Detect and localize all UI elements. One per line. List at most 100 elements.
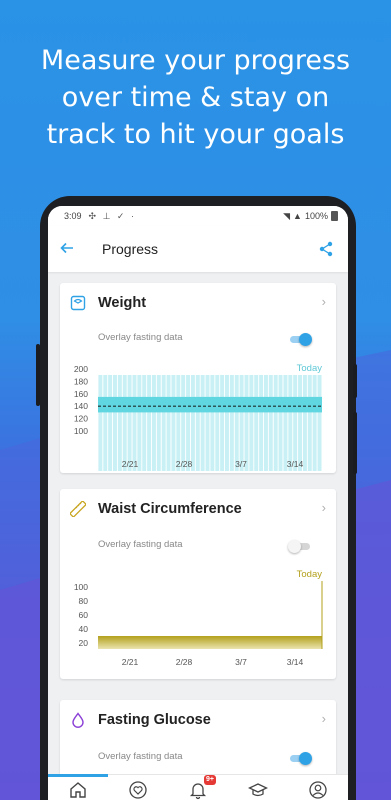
headline-line-1: Measure your progress xyxy=(40,45,351,76)
weight-title: Weight xyxy=(98,295,147,311)
weight-bar xyxy=(229,375,234,471)
weight-bar xyxy=(113,375,117,471)
y-tick-label: 100 xyxy=(74,582,88,592)
y-tick-label: 60 xyxy=(79,610,89,620)
bottom-tab-bar: 9+ xyxy=(48,774,348,800)
weight-band xyxy=(98,396,322,413)
weight-bar xyxy=(108,375,113,471)
status-notification-icons: ✣ ⊥ ✓ · xyxy=(88,210,136,221)
profile-icon xyxy=(309,781,327,799)
drop-icon xyxy=(72,712,84,728)
page-title: Progress xyxy=(102,241,159,257)
heart-icon xyxy=(129,781,147,799)
x-tick-label: 2/28 xyxy=(176,459,193,469)
weight-bar xyxy=(161,375,166,471)
weight-bar xyxy=(317,375,322,471)
weight-bar xyxy=(215,375,220,471)
x-tick-label: 2/28 xyxy=(176,657,193,667)
share-icon[interactable] xyxy=(318,241,334,257)
y-tick-label: 160 xyxy=(74,389,88,399)
weight-bar xyxy=(220,375,225,471)
y-tick-label: 80 xyxy=(79,596,89,606)
weight-bar xyxy=(210,375,215,471)
y-tick-label: 140 xyxy=(74,401,88,411)
weight-bar xyxy=(151,375,156,471)
weight-card-header: Weight › xyxy=(60,283,336,323)
chevron-right-icon: › xyxy=(321,294,326,309)
tab-learn[interactable] xyxy=(228,775,288,800)
weight-bar xyxy=(293,375,298,471)
waist-chart: 100 80 60 40 20 Today 2/21 2/28 3/7 3/14 xyxy=(74,569,323,667)
phone-button-left xyxy=(36,344,40,406)
weight-bar xyxy=(283,375,288,471)
weight-card[interactable]: Weight › Overlay fasting data 200 180 160 1… xyxy=(60,283,336,473)
x-tick-label: 3/14 xyxy=(287,459,304,469)
y-tick-label: 40 xyxy=(79,624,89,634)
weight-bar xyxy=(205,375,210,471)
weight-bar xyxy=(263,375,268,471)
headline: Measure your progress over time & stay o… xyxy=(0,42,391,153)
x-tick-label: 2/21 xyxy=(122,657,139,667)
weight-bar xyxy=(249,375,254,471)
weight-bar xyxy=(127,375,132,471)
x-tick-label: 3/14 xyxy=(287,657,304,667)
scale-icon xyxy=(70,295,86,311)
glucose-card[interactable]: Fasting Glucose › Overlay fasting data xyxy=(60,700,336,774)
today-label: Today xyxy=(297,569,323,580)
phone-button-right-1 xyxy=(353,364,357,398)
weight-bar xyxy=(244,375,249,471)
weight-bar xyxy=(225,375,229,471)
weight-bar xyxy=(268,375,273,471)
weight-bar xyxy=(302,375,307,471)
waist-title: Waist Circumference xyxy=(98,501,242,517)
weight-overlay-toggle[interactable] xyxy=(288,333,312,346)
app-bar: Progress xyxy=(48,226,348,272)
status-right: ◥ ▲ 100% xyxy=(283,211,338,222)
battery-icon xyxy=(331,211,338,221)
weight-bar xyxy=(142,375,147,471)
weight-bar xyxy=(195,375,200,471)
glucose-overlay-label: Overlay fasting data xyxy=(98,751,183,762)
weight-overlay-label: Overlay fasting data xyxy=(98,332,183,343)
weight-bar xyxy=(288,375,293,471)
weight-bar xyxy=(278,375,283,471)
waist-area xyxy=(98,636,322,649)
headline-line-3: track to hit your goals xyxy=(46,119,345,150)
y-tick-label: 120 xyxy=(74,414,88,424)
weight-bar xyxy=(254,375,259,471)
weight-bar xyxy=(239,375,244,471)
y-tick-label: 180 xyxy=(74,376,88,386)
weight-bar xyxy=(307,375,312,471)
y-tick-label: 200 xyxy=(74,364,88,374)
weight-bar xyxy=(181,375,186,471)
waist-card[interactable]: Waist Circumference › Overlay fasting da… xyxy=(60,489,336,679)
tab-health[interactable] xyxy=(108,775,168,800)
tab-notifications[interactable]: 9+ xyxy=(168,775,228,800)
y-tick-label: 100 xyxy=(74,426,88,436)
tab-home[interactable] xyxy=(48,775,108,800)
status-time: 3:09 xyxy=(64,211,82,221)
weight-bar xyxy=(186,375,191,471)
waist-card-header: Waist Circumference › xyxy=(60,489,336,529)
weight-bar xyxy=(171,375,176,471)
glucose-card-header: Fasting Glucose › xyxy=(60,700,336,740)
waist-overlay-label: Overlay fasting data xyxy=(98,539,183,550)
waist-overlay-toggle[interactable] xyxy=(288,540,312,553)
weight-bar xyxy=(298,375,303,471)
tab-profile[interactable] xyxy=(288,775,348,800)
glucose-overlay-toggle[interactable] xyxy=(288,752,312,765)
back-arrow-icon[interactable] xyxy=(60,239,90,260)
status-bar: 3:09 ✣ ⊥ ✓ · ◥ ▲ 100% xyxy=(48,206,348,226)
today-label: Today xyxy=(297,363,323,374)
weight-bar xyxy=(176,375,181,471)
x-tick-label: 2/21 xyxy=(122,459,139,469)
chevron-right-icon: › xyxy=(321,711,326,726)
chevron-right-icon: › xyxy=(321,500,326,515)
battery-label: 100% xyxy=(304,211,328,221)
x-tick-label: 3/7 xyxy=(235,459,247,469)
headline-line-2: over time & stay on xyxy=(61,82,330,113)
weight-bar xyxy=(273,375,278,471)
notification-badge: 9+ xyxy=(204,775,216,785)
phone-screen: 3:09 ✣ ⊥ ✓ · ◥ ▲ 100% Progress Weight › … xyxy=(48,206,348,800)
y-tick-label: 20 xyxy=(79,638,89,648)
